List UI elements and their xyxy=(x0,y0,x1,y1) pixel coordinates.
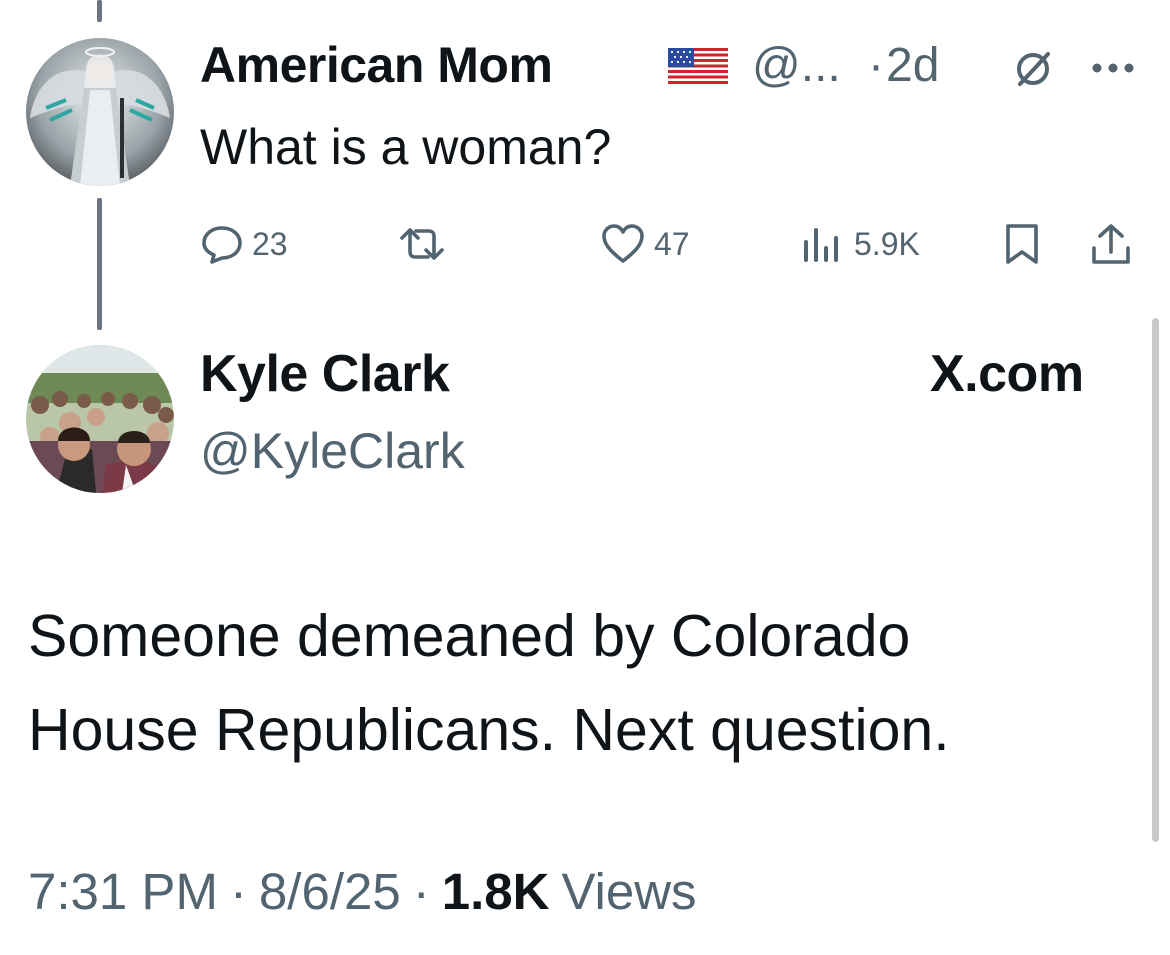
main-tweet-text-line-2: House Republicans. Next question. xyxy=(28,697,950,763)
main-author-name[interactable]: Kyle Clark xyxy=(200,344,450,404)
scrollbar[interactable] xyxy=(1152,318,1159,842)
avatar-american-mom[interactable] xyxy=(26,38,174,186)
tweet-meta-row: 7:31 PM · 8/6/25 · 1.8K Views xyxy=(28,862,697,921)
share-icon xyxy=(1092,224,1130,264)
views-button[interactable]: 5.9K xyxy=(800,222,920,266)
views-chart-icon xyxy=(804,228,838,262)
parent-author-name[interactable]: American Mom xyxy=(200,36,553,94)
parent-handle[interactable]: @... xyxy=(752,38,841,93)
tweet-time[interactable]: 7:31 PM xyxy=(28,862,218,921)
more-options-icon[interactable] xyxy=(1090,60,1136,76)
repost-icon xyxy=(400,228,444,260)
parent-time-separator: · xyxy=(868,39,884,92)
us-flag-icon xyxy=(668,48,728,84)
parent-time-ago[interactable]: 2d xyxy=(886,38,939,93)
like-count: 47 xyxy=(654,225,690,262)
meta-separator-2: · xyxy=(412,863,430,920)
views-count: 5.9K xyxy=(854,225,920,262)
x-brand-watermark: X.com xyxy=(930,345,1084,403)
parent-tweet-text: What is a woman? xyxy=(200,119,612,175)
tweet-date[interactable]: 8/6/25 xyxy=(259,862,401,921)
grok-icon[interactable] xyxy=(1012,48,1054,90)
bookmark-icon xyxy=(1006,224,1038,264)
like-button[interactable]: 47 xyxy=(600,222,690,266)
reply-button[interactable]: 23 xyxy=(200,222,288,266)
avatar-kyle-clark[interactable] xyxy=(26,345,174,493)
heart-icon xyxy=(602,224,644,263)
thread-line-top xyxy=(97,0,102,22)
main-author-handle[interactable]: @KyleClark xyxy=(200,422,465,480)
meta-separator-1: · xyxy=(229,863,247,920)
thread-line-bottom xyxy=(97,198,102,330)
views-count-main: 1.8K xyxy=(441,863,550,920)
reply-count: 23 xyxy=(252,225,288,262)
repost-button[interactable] xyxy=(396,222,456,266)
reply-icon xyxy=(202,226,242,264)
bookmark-button[interactable] xyxy=(1002,222,1042,266)
views-label: Views xyxy=(561,863,697,920)
share-button[interactable] xyxy=(1090,222,1132,266)
main-tweet-text-line-1: Someone demeaned by Colorado xyxy=(28,603,911,669)
